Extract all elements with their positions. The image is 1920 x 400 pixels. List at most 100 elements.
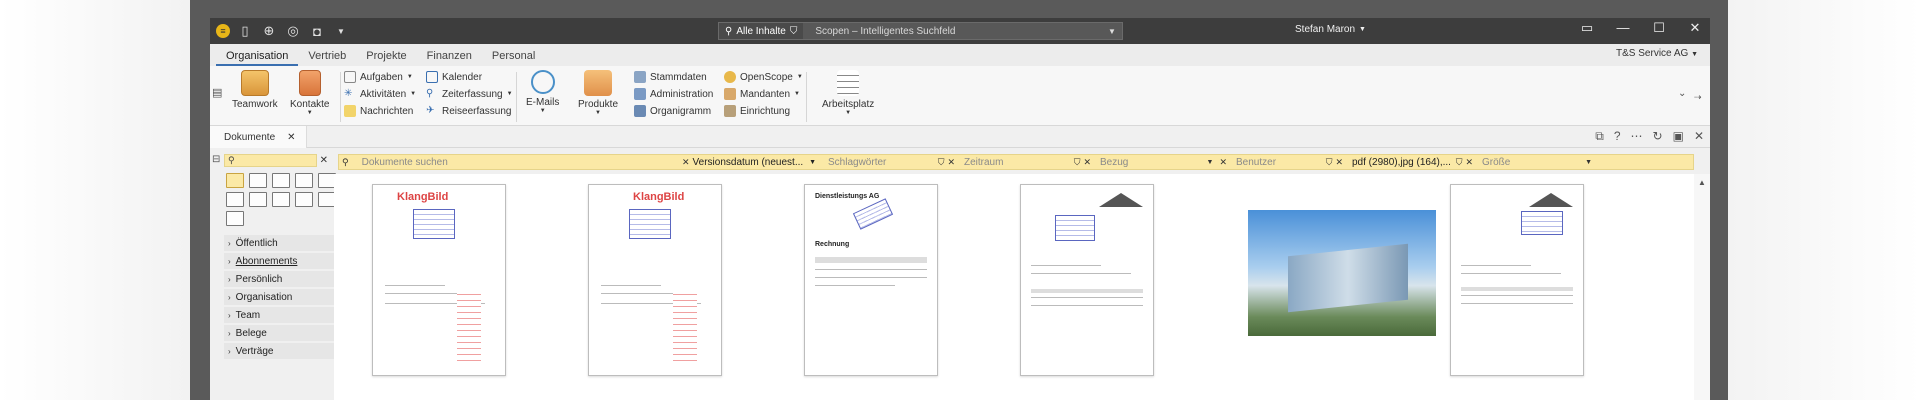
- schlagwoerter-filter[interactable]: Schlagwörter ⛉ ✕: [825, 155, 961, 169]
- tree-label: Organisation: [235, 291, 293, 303]
- kalender-button[interactable]: Kalender: [426, 70, 513, 84]
- history-icon[interactable]: [249, 173, 267, 188]
- inbox-icon[interactable]: ⊟: [212, 154, 220, 165]
- save-icon[interactable]: ▣: [1673, 129, 1684, 144]
- kontakte-button[interactable]: Kontakte ▼: [290, 70, 329, 116]
- copy-icon[interactable]: ⧉: [1595, 129, 1604, 144]
- organigramm-button[interactable]: Organigramm: [634, 104, 713, 118]
- camera-icon[interactable]: ◘: [308, 22, 326, 40]
- help-ring-icon[interactable]: ◎: [284, 22, 302, 40]
- tab-organisation[interactable]: Organisation: [216, 50, 299, 66]
- close-icon[interactable]: ✕: [1694, 129, 1704, 144]
- organigramm-label: Organigramm: [650, 105, 712, 117]
- close-icon[interactable]: ✕: [287, 132, 295, 143]
- search-icon: ⚲: [228, 154, 235, 165]
- clear-icon[interactable]: ✕: [1083, 157, 1091, 168]
- clear-icon[interactable]: ✕: [682, 157, 690, 168]
- zeiterfassung-button[interactable]: ⚲ Zeiterfassung ▼: [426, 87, 513, 101]
- arbeitsplatz-button[interactable]: Arbeitsplatz ▼: [822, 70, 874, 116]
- add-icon[interactable]: ⊕: [260, 22, 278, 40]
- refresh-icon[interactable]: ↻: [1653, 129, 1663, 144]
- rss-icon[interactable]: [272, 173, 290, 188]
- chevron-right-icon: ›: [228, 238, 231, 248]
- vertical-scrollbar[interactable]: ▲: [1694, 174, 1710, 400]
- company-selector[interactable]: T&S Service AG ▼: [1616, 48, 1698, 59]
- document-thumbnail[interactable]: KlangBild: [372, 184, 506, 376]
- folder-icon[interactable]: [226, 211, 244, 226]
- maximize-icon[interactable]: ☐: [1648, 20, 1670, 36]
- emails-button[interactable]: E-Mails ▼: [526, 70, 559, 114]
- ribbon-expand-icon[interactable]: ⌄: [1678, 88, 1686, 99]
- left-panel: ⊟ ⚲ ✕ › Öffentlich › Abonnements › Persönli…: [210, 149, 358, 400]
- ribbon-collapse-icon[interactable]: ▤: [212, 86, 222, 99]
- help-icon[interactable]: ?: [1614, 129, 1621, 144]
- tab-personal[interactable]: Personal: [482, 50, 545, 66]
- benutzer-filter[interactable]: Benutzer ⛉ ✕: [1233, 155, 1349, 169]
- stammdaten-button[interactable]: Stammdaten: [634, 70, 713, 84]
- search-scope[interactable]: ⚲ Alle Inhalte ⛉: [719, 23, 804, 39]
- zeiterfassung-label: Zeiterfassung: [442, 88, 503, 100]
- mandanten-button[interactable]: Mandanten ▼: [724, 87, 803, 101]
- text-line: [601, 285, 661, 286]
- tab-finanzen[interactable]: Finanzen: [417, 50, 482, 66]
- minimize-icon[interactable]: —: [1612, 20, 1634, 36]
- mandanten-label: Mandanten: [740, 88, 791, 100]
- tab-vertrieb[interactable]: Vertrieb: [298, 50, 356, 66]
- contacts-icon[interactable]: [226, 192, 244, 207]
- close-icon[interactable]: ✕: [1684, 20, 1706, 36]
- sort-dropdown[interactable]: ✕ Versionsdatum (neuest... ▼: [679, 155, 825, 169]
- more-icon[interactable]: ⋯: [1631, 129, 1643, 144]
- reiseerfassung-label: Reiseerfassung: [442, 105, 512, 117]
- clear-icon[interactable]: ✕: [320, 155, 328, 166]
- ribbon-pin-icon[interactable]: ⇢: [1694, 92, 1702, 103]
- benutzer-label: Benutzer: [1236, 156, 1277, 168]
- app-logo-icon[interactable]: ≡: [216, 24, 230, 38]
- folder-icon[interactable]: [295, 192, 313, 207]
- tasks-icon: [344, 71, 356, 83]
- search-input[interactable]: Scopen – Intelligentes Suchfeld: [803, 26, 1108, 37]
- building-photo-thumbnail[interactable]: [1248, 210, 1436, 336]
- groesse-filter[interactable]: Größe ▼: [1479, 155, 1595, 169]
- folder-search[interactable]: ⚲ ✕: [224, 153, 328, 167]
- scroll-up-icon[interactable]: ▲: [1698, 178, 1706, 187]
- document-thumbnail[interactable]: [1450, 184, 1584, 376]
- folder-icon[interactable]: [226, 173, 244, 188]
- layout-icon[interactable]: ▭: [1576, 20, 1598, 36]
- document-thumbnail[interactable]: KlangBild: [588, 184, 722, 376]
- link-icon[interactable]: [272, 192, 290, 207]
- teamwork-button[interactable]: Teamwork: [232, 70, 278, 110]
- document-thumbnail[interactable]: Dienstleistungs AG Rechnung: [804, 184, 938, 376]
- einrichtung-button[interactable]: Einrichtung: [724, 104, 803, 118]
- openscope-label: OpenScope: [740, 71, 793, 83]
- chevron-down-icon[interactable]: ▼: [1108, 27, 1122, 36]
- bezug-filter[interactable]: Bezug ▼ ✕: [1097, 155, 1233, 169]
- aufgaben-button[interactable]: Aufgaben ▼: [344, 70, 416, 84]
- clear-icon[interactable]: ✕: [1465, 157, 1473, 168]
- dropdown-icon[interactable]: ▼: [332, 22, 350, 40]
- eye-icon[interactable]: [295, 173, 313, 188]
- produkte-button[interactable]: Produkte ▼: [578, 70, 618, 116]
- clipboard-icon[interactable]: ▯: [236, 22, 254, 40]
- document-thumbnail[interactable]: [1020, 184, 1154, 376]
- chevron-down-icon: ▼: [506, 91, 513, 97]
- clear-icon[interactable]: ✕: [947, 157, 955, 168]
- openscope-button[interactable]: OpenScope ▼: [724, 70, 803, 84]
- type-filter[interactable]: pdf (2980),jpg (164),... ⛉ ✕: [1349, 155, 1479, 169]
- reiseerfassung-button[interactable]: ✈ Reiseerfassung: [426, 104, 513, 118]
- clear-icon[interactable]: ✕: [1219, 157, 1227, 168]
- administration-button[interactable]: Administration: [634, 87, 713, 101]
- aktivitaeten-button[interactable]: ✳ Aktivitäten ▼: [344, 87, 416, 101]
- setup-icon: [724, 105, 736, 117]
- tab-dokumente[interactable]: Dokumente ✕: [210, 126, 307, 148]
- zeitraum-filter[interactable]: Zeitraum ⛉ ✕: [961, 155, 1097, 169]
- clear-icon[interactable]: ✕: [1335, 157, 1343, 168]
- nachrichten-button[interactable]: Nachrichten: [344, 104, 416, 118]
- search-placeholder: Dokumente suchen: [361, 156, 448, 168]
- chevron-right-icon: ›: [228, 274, 231, 284]
- folder-search-input[interactable]: ⚲: [224, 153, 317, 167]
- user-menu[interactable]: Stefan Maron ▼: [1295, 24, 1366, 35]
- global-search[interactable]: ⚲ Alle Inhalte ⛉ Scopen – Intelligentes …: [718, 22, 1123, 40]
- document-search-input[interactable]: ⚲ Dokumente suchen: [339, 155, 679, 169]
- document-icon[interactable]: [249, 192, 267, 207]
- tab-projekte[interactable]: Projekte: [356, 50, 416, 66]
